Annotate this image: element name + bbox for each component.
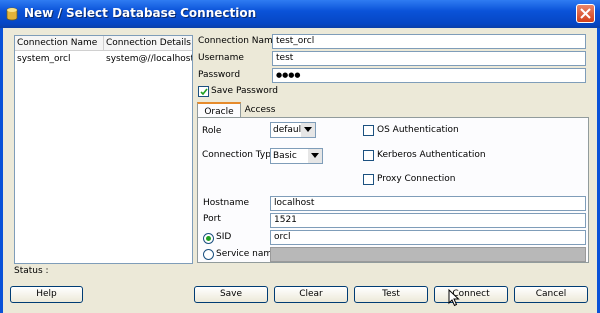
port-label: Port bbox=[203, 214, 221, 224]
proxy-connection-checkbox[interactable] bbox=[363, 174, 374, 185]
connection-name-field[interactable]: test_orcl bbox=[272, 34, 586, 49]
mouse-cursor-icon bbox=[448, 289, 460, 307]
kerberos-authentication-checkbox[interactable] bbox=[363, 150, 374, 161]
sid-radio[interactable] bbox=[203, 233, 214, 244]
table-cell-connection-details[interactable]: system@//localhost... bbox=[104, 52, 192, 66]
role-select[interactable]: default bbox=[270, 122, 316, 138]
window-title: New / Select Database Connection bbox=[24, 6, 257, 20]
test-button[interactable]: Test bbox=[354, 286, 428, 303]
port-field[interactable]: 1521 bbox=[270, 213, 586, 228]
connect-button[interactable]: Connect bbox=[434, 286, 508, 303]
database-icon bbox=[6, 7, 18, 21]
proxy-connection-label: Proxy Connection bbox=[377, 174, 456, 184]
save-button[interactable]: Save bbox=[194, 286, 268, 303]
password-field[interactable]: ●●●● bbox=[272, 68, 586, 83]
service-name-label: Service name bbox=[216, 249, 278, 259]
checkmark-icon bbox=[200, 88, 208, 96]
role-label: Role bbox=[202, 126, 222, 136]
service-name-radio[interactable] bbox=[203, 249, 214, 260]
hostname-label: Hostname bbox=[203, 198, 250, 208]
table-cell-connection-name[interactable]: system_orcl bbox=[15, 52, 104, 66]
save-password-label: Save Password bbox=[211, 86, 278, 96]
column-header-connection-name[interactable]: Connection Name bbox=[15, 36, 104, 51]
username-field[interactable]: test bbox=[272, 51, 586, 66]
connection-type-label: Connection Type bbox=[202, 150, 277, 160]
cancel-button[interactable]: Cancel bbox=[514, 286, 588, 303]
os-authentication-checkbox[interactable] bbox=[363, 125, 374, 136]
dropdown-arrow-icon bbox=[308, 149, 322, 163]
connection-name-label: Connection Name bbox=[198, 36, 279, 46]
column-header-connection-details[interactable]: Connection Details bbox=[104, 36, 192, 51]
help-button[interactable]: Help bbox=[10, 286, 83, 303]
connection-type-value: Basic bbox=[273, 151, 297, 161]
connection-type-select[interactable]: Basic bbox=[270, 148, 323, 164]
os-authentication-label: OS Authentication bbox=[377, 125, 459, 135]
hostname-field[interactable]: localhost bbox=[270, 196, 586, 211]
close-icon bbox=[580, 8, 591, 19]
window-border-left bbox=[0, 28, 3, 313]
save-password-checkbox[interactable] bbox=[198, 86, 209, 97]
dialog-window: New / Select Database Connection Connect… bbox=[0, 0, 600, 313]
clear-button[interactable]: Clear bbox=[274, 286, 348, 303]
role-value: default bbox=[273, 125, 305, 135]
title-bar[interactable]: New / Select Database Connection bbox=[0, 0, 600, 28]
sid-label: SID bbox=[216, 232, 232, 242]
password-label: Password bbox=[198, 70, 241, 80]
kerberos-authentication-label: Kerberos Authentication bbox=[377, 150, 486, 160]
tab-oracle[interactable]: Oracle bbox=[197, 102, 241, 118]
sid-field[interactable]: orcl bbox=[270, 230, 586, 245]
service-name-field[interactable] bbox=[270, 247, 586, 262]
radio-selected-dot bbox=[206, 236, 211, 241]
close-button[interactable] bbox=[576, 4, 595, 23]
dropdown-arrow-icon bbox=[301, 123, 315, 137]
status-label: Status : bbox=[14, 266, 49, 276]
connections-table[interactable]: Connection Name Connection Details syste… bbox=[14, 35, 193, 264]
tab-access[interactable]: Access bbox=[242, 102, 278, 118]
username-label: Username bbox=[198, 53, 244, 63]
